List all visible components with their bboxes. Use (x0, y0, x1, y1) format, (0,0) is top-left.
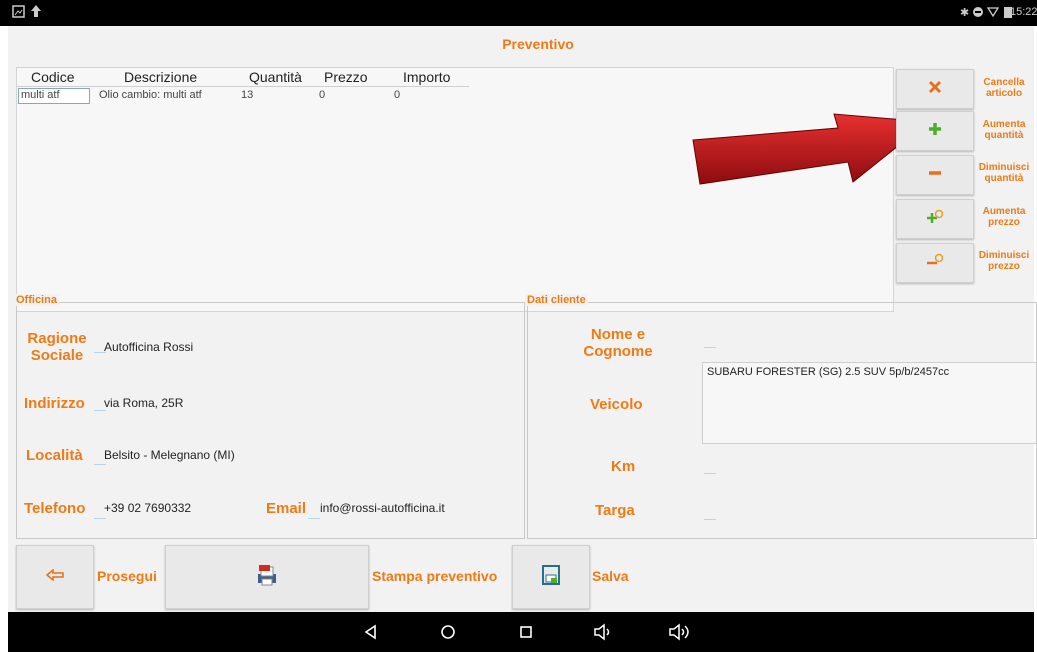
localita-label: Località (26, 447, 83, 464)
table-cell-descrizione: Olio cambio: multi atf (99, 89, 202, 101)
increase-quantity-label: Aumenta quantità (982, 119, 1026, 141)
veicolo-textarea[interactable]: SUBARU FORESTER (SG) 2.5 SUV 5p/b/2457cc (702, 362, 1036, 444)
back-arrow-icon (45, 568, 64, 586)
nome-cognome-input[interactable] (704, 347, 716, 348)
email-label: Email (266, 500, 307, 517)
km-input[interactable] (704, 473, 716, 474)
stampa-preventivo-label: Stampa preventivo (372, 568, 498, 584)
decrease-quantity-label: Diminuisci quantità (978, 162, 1030, 184)
recents-nav-icon[interactable] (518, 624, 534, 645)
email-value[interactable]: info@rossi-autofficina.it (320, 501, 445, 515)
column-header: Quantità (249, 69, 302, 85)
table-row[interactable]: multi atf Olio cambio: multi atf 13 0 0 (17, 88, 469, 104)
decrease-quantity-button[interactable] (896, 155, 974, 195)
pdf-printer-icon (256, 564, 278, 591)
officina-legend: Officina (14, 294, 59, 306)
price-down-icon (926, 252, 944, 275)
localita-value[interactable]: Belsito - Melegnano (MI) (104, 448, 235, 462)
km-label: Km (611, 458, 636, 475)
column-header: Importo (403, 69, 451, 85)
telefono-value[interactable]: +39 02 7690332 (104, 501, 191, 515)
home-nav-icon[interactable] (440, 624, 456, 645)
floppy-disk-icon (542, 564, 560, 590)
field-underline (308, 518, 320, 519)
back-button[interactable] (16, 545, 94, 609)
print-quote-button[interactable] (165, 545, 369, 609)
price-up-icon (926, 208, 944, 231)
ragione-sociale-label: Ragione Sociale (27, 330, 87, 364)
indirizzo-value[interactable]: via Roma, 25R (104, 396, 183, 410)
save-button[interactable] (512, 545, 590, 609)
targa-label: Targa (595, 502, 635, 519)
column-header: Codice (31, 69, 75, 85)
status-time: 15:22 (1010, 6, 1037, 18)
indirizzo-label: Indirizzo (24, 395, 85, 412)
nome-cognome-label: Nome e Cognome (583, 326, 653, 360)
back-nav-icon[interactable] (363, 624, 379, 645)
navigation-bar (8, 612, 1034, 652)
app-area: Preventivo Codice Descrizione Quantità P… (8, 26, 1037, 612)
column-header: Descrizione (124, 69, 198, 85)
veicolo-value: SUBARU FORESTER (SG) 2.5 SUV 5p/b/2457cc (707, 366, 950, 378)
cancel-item-button[interactable] (896, 69, 974, 109)
gallery-notification-icon (12, 5, 25, 21)
increase-price-button[interactable] (896, 199, 974, 239)
telefono-label: Telefono (24, 500, 86, 517)
upload-notification-icon (30, 4, 42, 21)
status-bar: ✱ 15:22 (0, 0, 1037, 26)
prosegui-label: Prosegui (97, 568, 157, 584)
plus-icon (927, 121, 943, 142)
table-cell-codice[interactable]: multi atf (18, 88, 90, 104)
table-cell-importo: 0 (394, 89, 401, 101)
page-title: Preventivo (502, 36, 574, 52)
salva-label: Salva (592, 568, 629, 584)
field-underline (94, 518, 106, 519)
volume-down-icon[interactable] (593, 622, 615, 647)
increase-price-label: Aumenta prezzo (982, 206, 1026, 228)
veicolo-label: Veicolo (590, 396, 643, 413)
field-underline (94, 464, 106, 465)
dati-cliente-legend: Dati cliente (525, 294, 588, 306)
field-underline (94, 410, 106, 411)
minus-icon (927, 165, 943, 186)
increase-quantity-button[interactable] (896, 111, 974, 151)
svg-text:✱: ✱ (960, 7, 969, 19)
targa-input[interactable] (704, 519, 716, 520)
column-header: Prezzo (324, 69, 368, 85)
cancel-item-label: Cancella articolo (983, 77, 1025, 99)
table-cell-prezzo: 0 (319, 89, 326, 101)
table-header-row: Codice Descrizione Quantità Prezzo Impor… (17, 68, 469, 87)
volume-up-icon[interactable] (668, 622, 694, 647)
close-icon (927, 79, 943, 100)
decrease-price-label: Diminuisci prezzo (978, 250, 1030, 272)
ragione-sociale-value[interactable]: Autofficina Rossi (104, 340, 193, 354)
decrease-price-button[interactable] (896, 243, 974, 283)
table-cell-quantita: 13 (241, 89, 254, 101)
